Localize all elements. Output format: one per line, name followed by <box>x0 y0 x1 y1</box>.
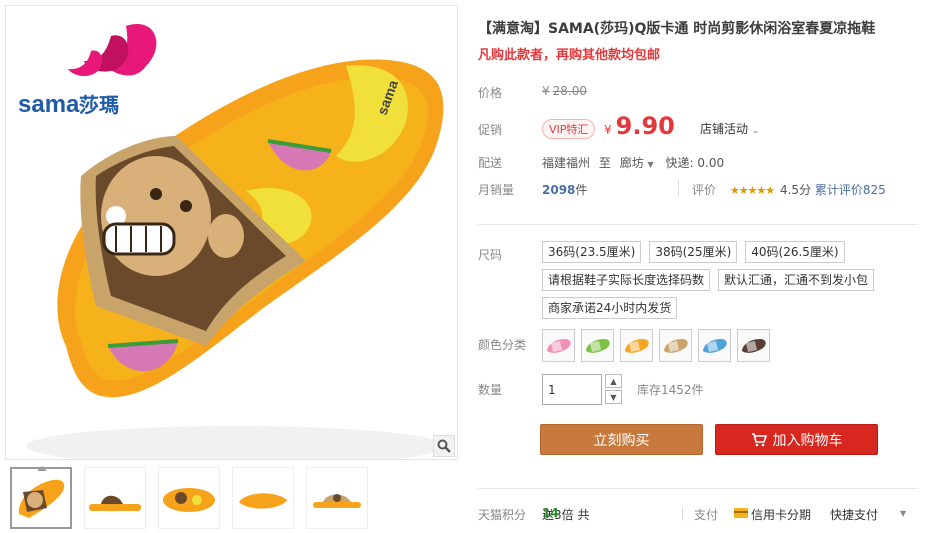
quantity-increase-button[interactable]: ▲ <box>605 374 622 388</box>
ship-destination-select[interactable]: 廊坊 ▼ <box>620 156 654 170</box>
stars-icon: ★★★★★ <box>729 184 775 197</box>
size-option[interactable]: 36码(23.5厘米) <box>542 241 642 263</box>
slipper-swatch-icon <box>546 338 571 353</box>
thumbnail-slipper-front <box>18 479 65 518</box>
express-fee: 快递: 0.00 <box>665 156 725 170</box>
thumbnail-strip <box>10 466 368 533</box>
points-value: 14 <box>542 506 559 520</box>
vip-badge: VIP特汇 <box>542 119 596 139</box>
original-price: ¥28.00 <box>542 84 587 98</box>
points-label: 天猫积分 <box>478 508 527 522</box>
shop-activity-label: 店铺活动 <box>700 122 749 136</box>
currency-symbol: ¥ <box>542 84 550 98</box>
color-options <box>542 329 770 362</box>
rating-label: 评价 <box>692 183 717 197</box>
size-option[interactable]: 请根据鞋子实际长度选择码数 <box>542 269 711 291</box>
chevron-up-icon: ▲ <box>610 376 617 386</box>
sama-logo: sama 莎瑪 <box>18 24 157 118</box>
thumbnail-2[interactable] <box>84 467 146 529</box>
shipping-info: 福建福州 至 廊坊 ▼ 快递: 0.00 <box>542 154 724 171</box>
quick-pay[interactable]: 快捷支付 <box>830 506 878 523</box>
slipper-swatch-icon <box>585 338 610 353</box>
divider <box>682 507 683 521</box>
ship-destination: 廊坊 <box>619 156 644 170</box>
color-swatch-dark-slipper[interactable] <box>737 329 770 362</box>
color-swatch-orange-slipper[interactable] <box>620 329 653 362</box>
svg-text:莎瑪: 莎瑪 <box>79 93 119 117</box>
chevron-down-icon: ▼ <box>610 392 617 402</box>
original-price-value: 28.00 <box>552 84 587 98</box>
add-to-cart-label: 加入购物车 <box>772 431 843 448</box>
caret-down-icon[interactable]: ▼ <box>900 509 906 518</box>
chevron-down-icon: ⌄ <box>751 126 760 136</box>
promo-price: ¥9.90 <box>604 112 675 140</box>
slipper-swatch-icon <box>624 338 649 353</box>
slipper-swatch-icon <box>741 338 766 353</box>
thumbnail-5[interactable] <box>306 467 368 529</box>
divider <box>478 224 918 225</box>
size-option[interactable]: 40码(26.5厘米) <box>745 241 845 263</box>
color-swatch-pink-slipper[interactable] <box>542 329 575 362</box>
buy-now-button[interactable]: 立刻购买 <box>540 424 703 455</box>
divider <box>478 488 918 489</box>
ship-from: 福建福州 <box>542 156 591 170</box>
shipping-label: 配送 <box>478 156 503 170</box>
credit-installment-label: 信用卡分期 <box>751 508 812 522</box>
ship-to-word: 至 <box>598 156 611 170</box>
promo-price-value: 9.90 <box>615 112 675 140</box>
quantity-input[interactable] <box>542 374 602 405</box>
rating: 评价 ★★★★★ 4.5分 累计评价825 <box>692 181 886 198</box>
promo-label: 促销 <box>478 123 503 137</box>
size-option[interactable]: 默认汇通，汇通不到发小包 <box>718 269 875 291</box>
color-swatch-green-slipper[interactable] <box>581 329 614 362</box>
thumbnail-slipper-sole <box>239 493 287 509</box>
monthly-sales-unit: 件 <box>575 183 588 197</box>
rating-score: 4.5分 <box>779 183 812 197</box>
size-option[interactable]: 38码(25厘米) <box>649 241 738 263</box>
shop-activity-dropdown[interactable]: 店铺活动 ⌄ <box>700 120 759 137</box>
product-title: 【满意淘】SAMA(莎玛)Q版卡通 时尚剪影休闲浴室春夏凉拖鞋 <box>478 21 876 37</box>
slipper-swatch-icon <box>663 338 688 353</box>
divider <box>678 180 679 196</box>
credit-card-icon <box>734 508 748 518</box>
main-product-image[interactable]: sama 莎瑪 sama <box>5 5 458 460</box>
thumbnail-3[interactable] <box>158 467 220 529</box>
slipper-illustration: sama 莎瑪 sama <box>18 24 446 459</box>
quantity-decrease-button[interactable]: ▼ <box>605 390 622 404</box>
color-label: 颜色分类 <box>478 338 527 352</box>
credit-installment[interactable]: 信用卡分期 <box>734 506 811 522</box>
color-swatch-blue-slipper[interactable] <box>698 329 731 362</box>
monthly-sales-count: 2098 <box>542 183 576 197</box>
slipper-swatch-icon <box>702 338 727 353</box>
cart-icon <box>751 432 767 446</box>
thumbnail-slipper-side <box>89 495 141 511</box>
size-options: 36码(23.5厘米) 38码(25厘米) 40码(26.5厘米) 请根据鞋子实… <box>542 241 902 319</box>
thumbnail-slipper-pair <box>163 488 215 512</box>
currency-symbol: ¥ <box>604 123 612 137</box>
thumbnail-slipper-back <box>313 494 361 508</box>
review-count-link[interactable]: 累计评价825 <box>815 183 886 197</box>
monthly-sales-label: 月销量 <box>478 183 515 197</box>
product-subtitle: 凡购此款者，再购其他款均包邮 <box>478 48 661 63</box>
svg-text:sama: sama <box>18 91 80 118</box>
color-swatch-tan-slipper[interactable] <box>659 329 692 362</box>
quantity-label: 数量 <box>478 383 503 397</box>
price-label: 价格 <box>478 86 503 100</box>
caret-down-icon: ▼ <box>647 160 654 169</box>
size-option[interactable]: 商家承诺24小时内发货 <box>542 297 678 319</box>
product-gallery: sama 莎瑪 sama <box>5 5 460 533</box>
thumbnail-1[interactable] <box>10 466 72 529</box>
thumbnail-4[interactable] <box>232 467 294 529</box>
size-label: 尺码 <box>478 248 503 262</box>
magnifier-icon <box>437 439 451 453</box>
zoom-button[interactable] <box>433 435 455 457</box>
pay-label: 支付 <box>694 508 719 522</box>
monthly-sales: 2098件 <box>542 181 587 198</box>
stock-count: 库存1452件 <box>637 383 704 397</box>
add-to-cart-button[interactable]: 加入购物车 <box>715 424 878 455</box>
